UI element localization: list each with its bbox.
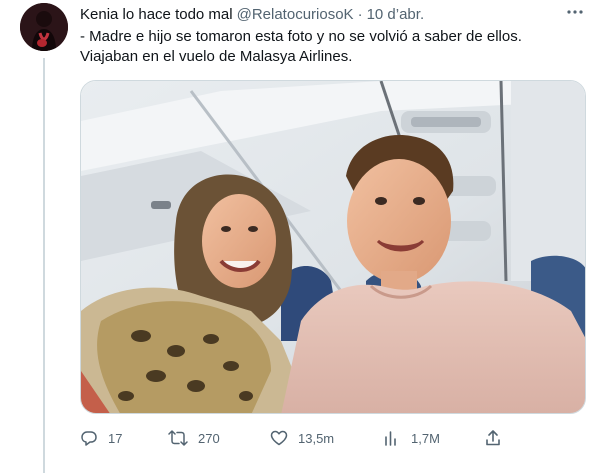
like-button[interactable]: 13,5m xyxy=(270,427,334,449)
retweet-button[interactable]: 270 xyxy=(168,427,220,449)
tweet-text-line: Viajaban en el vuelo de Malasya Airlines… xyxy=(80,48,353,65)
reply-count: 17 xyxy=(108,430,123,446)
tweet: Kenia lo hace todo mal @RelatocuriosoK ·… xyxy=(0,0,605,473)
tweet-text-line: - Madre e hijo se tomaron esta foto y no… xyxy=(80,28,522,45)
tweet-header: Kenia lo hace todo mal @RelatocuriosoK ·… xyxy=(80,4,581,24)
more-horizontal-icon[interactable] xyxy=(565,2,585,22)
separator-dot: · xyxy=(357,5,363,23)
reply-button[interactable]: 17 xyxy=(80,427,122,449)
heart-icon xyxy=(270,429,288,447)
tweet-actions: 17 270 13,5m 1,7M xyxy=(80,427,510,449)
views-button[interactable]: 1,7M xyxy=(383,427,440,449)
share-button[interactable] xyxy=(484,427,502,449)
tweet-text: - Madre e hijo se tomaron esta foto y no… xyxy=(80,27,590,67)
retweet-count: 270 xyxy=(198,430,220,446)
reply-icon xyxy=(80,429,98,447)
analytics-icon xyxy=(383,429,401,447)
tweet-photo[interactable] xyxy=(80,80,586,414)
views-count: 1,7M xyxy=(411,430,440,446)
retweet-icon xyxy=(168,429,188,447)
avatar[interactable] xyxy=(20,3,68,51)
tweet-date[interactable]: 10 d’abr. xyxy=(367,6,425,23)
share-icon xyxy=(484,429,502,447)
like-count: 13,5m xyxy=(298,430,335,446)
thread-line xyxy=(43,58,45,473)
author-handle[interactable]: @RelatocuriosoK xyxy=(237,6,354,23)
author-name[interactable]: Kenia lo hace todo mal xyxy=(80,6,233,23)
